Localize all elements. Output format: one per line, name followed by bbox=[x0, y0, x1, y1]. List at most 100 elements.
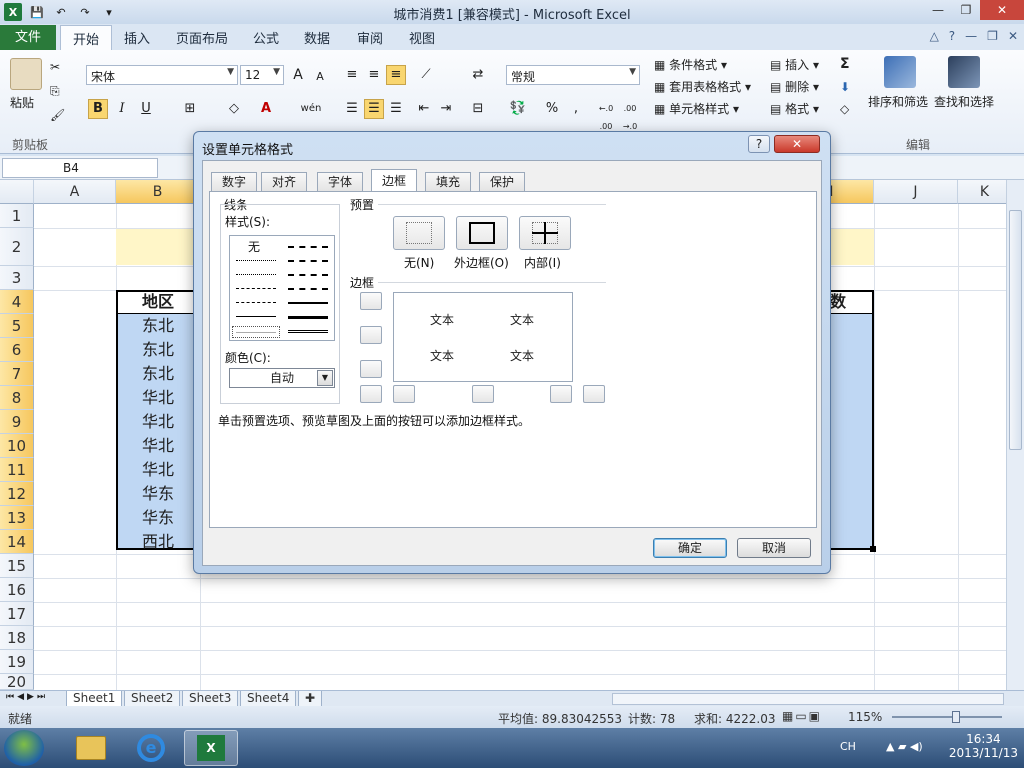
row-header-20[interactable]: 20 bbox=[0, 674, 34, 690]
insert-cells-button[interactable]: ▤ 插入 ▾ bbox=[770, 56, 819, 73]
clock[interactable]: 16:34 2013/11/13 bbox=[949, 732, 1018, 760]
sort-filter-button[interactable]: 排序和筛选 bbox=[868, 93, 928, 110]
tab-font[interactable]: 字体 bbox=[317, 172, 364, 191]
row-header-12[interactable]: 12 bbox=[0, 482, 34, 506]
excel-taskbar-icon[interactable]: X bbox=[184, 730, 238, 766]
sheet-tab-1[interactable]: Sheet1 bbox=[66, 691, 123, 707]
row-header-15[interactable]: 15 bbox=[0, 554, 34, 578]
row-header-13[interactable]: 13 bbox=[0, 506, 34, 530]
currency-button[interactable]: 💱 bbox=[508, 99, 528, 119]
column-header-j[interactable]: J bbox=[874, 180, 958, 204]
align-center-icon[interactable]: ☰ bbox=[364, 99, 384, 119]
sort-filter-icon[interactable] bbox=[884, 56, 916, 88]
preset-outline-button[interactable] bbox=[456, 216, 508, 250]
row-header-9[interactable]: 9 bbox=[0, 410, 34, 434]
line-style-none[interactable]: 无 bbox=[248, 238, 260, 255]
row-header-7[interactable]: 7 bbox=[0, 362, 34, 386]
decrease-decimal-button[interactable]: .00 →.0 bbox=[620, 99, 640, 131]
fill-handle[interactable] bbox=[870, 546, 876, 552]
increase-decimal-button[interactable]: ←.0 .00 bbox=[596, 99, 616, 131]
decrease-indent-icon[interactable]: ⇤ bbox=[414, 99, 434, 119]
tab-protection[interactable]: 保护 bbox=[479, 172, 526, 191]
tab-fill[interactable]: 填充 bbox=[425, 172, 472, 191]
sheet-tab-4[interactable]: Sheet4 bbox=[240, 691, 297, 707]
sheet-tab-3[interactable]: Sheet3 bbox=[182, 691, 239, 707]
line-style-medium[interactable] bbox=[288, 302, 328, 304]
line-style-dotted[interactable] bbox=[236, 274, 276, 275]
row-header-2[interactable]: 2 bbox=[0, 228, 34, 266]
chevron-down-icon[interactable]: ▼ bbox=[317, 370, 333, 386]
cancel-button[interactable]: 取消 bbox=[737, 538, 811, 558]
cell-b4[interactable]: 地区 bbox=[118, 290, 198, 314]
cell-region[interactable]: 华北 bbox=[118, 434, 198, 458]
tab-insert[interactable]: 插入 bbox=[124, 28, 150, 47]
row-header-16[interactable]: 16 bbox=[0, 578, 34, 602]
paste-icon[interactable] bbox=[10, 58, 42, 90]
start-button[interactable] bbox=[4, 730, 44, 766]
line-style-medium-dash-dot[interactable] bbox=[288, 274, 328, 276]
cell-region[interactable]: 华北 bbox=[118, 458, 198, 482]
line-style-medium-dash-dot-dot[interactable] bbox=[288, 246, 328, 248]
ie-taskbar-icon[interactable]: e bbox=[124, 730, 178, 766]
row-header-5[interactable]: 5 bbox=[0, 314, 34, 338]
shrink-font-button[interactable]: A bbox=[310, 67, 330, 87]
delete-cells-button[interactable]: ▤ 删除 ▾ bbox=[770, 78, 819, 95]
scrollbar-thumb[interactable] bbox=[1009, 210, 1022, 450]
tab-home[interactable]: 开始 bbox=[60, 25, 113, 50]
row-header-14[interactable]: 14 bbox=[0, 530, 34, 554]
row-header-6[interactable]: 6 bbox=[0, 338, 34, 362]
cell-region[interactable]: 东北 bbox=[118, 314, 198, 338]
ok-button[interactable]: 确定 bbox=[653, 538, 727, 558]
fill-button[interactable]: ⬇ bbox=[840, 80, 850, 94]
tab-formulas[interactable]: 公式 bbox=[253, 28, 279, 47]
font-name-select[interactable]: 宋体 ▼ bbox=[86, 65, 238, 85]
tab-file[interactable]: 文件 bbox=[0, 25, 56, 50]
tab-number[interactable]: 数字 bbox=[211, 172, 258, 191]
restore-button[interactable]: ❐ bbox=[952, 0, 980, 20]
explorer-taskbar-icon[interactable] bbox=[64, 730, 118, 766]
doc-minimize-icon[interactable]: — bbox=[965, 29, 977, 43]
tab-border[interactable]: 边框 bbox=[371, 169, 418, 192]
border-top-button[interactable] bbox=[360, 292, 382, 310]
clear-button[interactable]: ◇ bbox=[840, 102, 849, 116]
insert-sheet-icon[interactable]: ✚ bbox=[298, 691, 323, 707]
align-right-icon[interactable]: ☰ bbox=[386, 99, 406, 119]
border-middle-horizontal-button[interactable] bbox=[360, 326, 382, 344]
border-bottom-button[interactable] bbox=[360, 360, 382, 378]
row-header-3[interactable]: 3 bbox=[0, 266, 34, 290]
select-all-corner[interactable] bbox=[0, 180, 34, 204]
zoom-slider-thumb[interactable] bbox=[952, 711, 960, 723]
help-icon[interactable]: ? bbox=[949, 29, 955, 43]
line-style-dash-dot[interactable] bbox=[236, 288, 276, 289]
preset-inside-button[interactable] bbox=[519, 216, 571, 250]
border-button[interactable]: ⊞ bbox=[180, 99, 200, 119]
doc-restore-icon[interactable]: ❐ bbox=[987, 29, 998, 43]
row-header-8[interactable]: 8 bbox=[0, 386, 34, 410]
phonetic-button[interactable]: wén bbox=[296, 99, 326, 119]
line-style-hair[interactable] bbox=[236, 260, 276, 261]
tab-view[interactable]: 视图 bbox=[409, 28, 435, 47]
copy-icon[interactable]: ⎘ bbox=[50, 84, 60, 99]
tab-review[interactable]: 审阅 bbox=[357, 28, 383, 47]
underline-button[interactable]: U bbox=[136, 99, 156, 119]
cell-region[interactable]: 西北 bbox=[118, 530, 198, 554]
row-header-10[interactable]: 10 bbox=[0, 434, 34, 458]
orientation-icon[interactable]: ⟋ bbox=[416, 65, 436, 85]
zoom-slider[interactable] bbox=[892, 716, 1002, 718]
increase-indent-icon[interactable]: ⇥ bbox=[436, 99, 456, 119]
column-header-a[interactable]: A bbox=[34, 180, 116, 204]
tab-data[interactable]: 数据 bbox=[304, 28, 330, 47]
column-header-b[interactable]: B bbox=[116, 180, 200, 204]
cell-region[interactable]: 华东 bbox=[118, 482, 198, 506]
format-painter-icon[interactable]: 🖌 bbox=[50, 108, 65, 122]
find-select-button[interactable]: 查找和选择 bbox=[934, 93, 994, 110]
italic-button[interactable]: I bbox=[112, 99, 132, 119]
dialog-help-button[interactable]: ? bbox=[748, 135, 770, 153]
line-style-medium-dashed[interactable] bbox=[288, 288, 328, 290]
row-header-4[interactable]: 4 bbox=[0, 290, 34, 314]
cell-region[interactable]: 东北 bbox=[118, 338, 198, 362]
format-cells-dialog[interactable]: 设置单元格格式 ? ✕ 数字 对齐 字体 边框 填充 保护 线条 样式(S): … bbox=[193, 131, 831, 574]
percent-button[interactable]: % bbox=[542, 99, 562, 119]
vertical-scrollbar[interactable] bbox=[1006, 180, 1024, 690]
cut-icon[interactable]: ✂ bbox=[50, 60, 60, 74]
